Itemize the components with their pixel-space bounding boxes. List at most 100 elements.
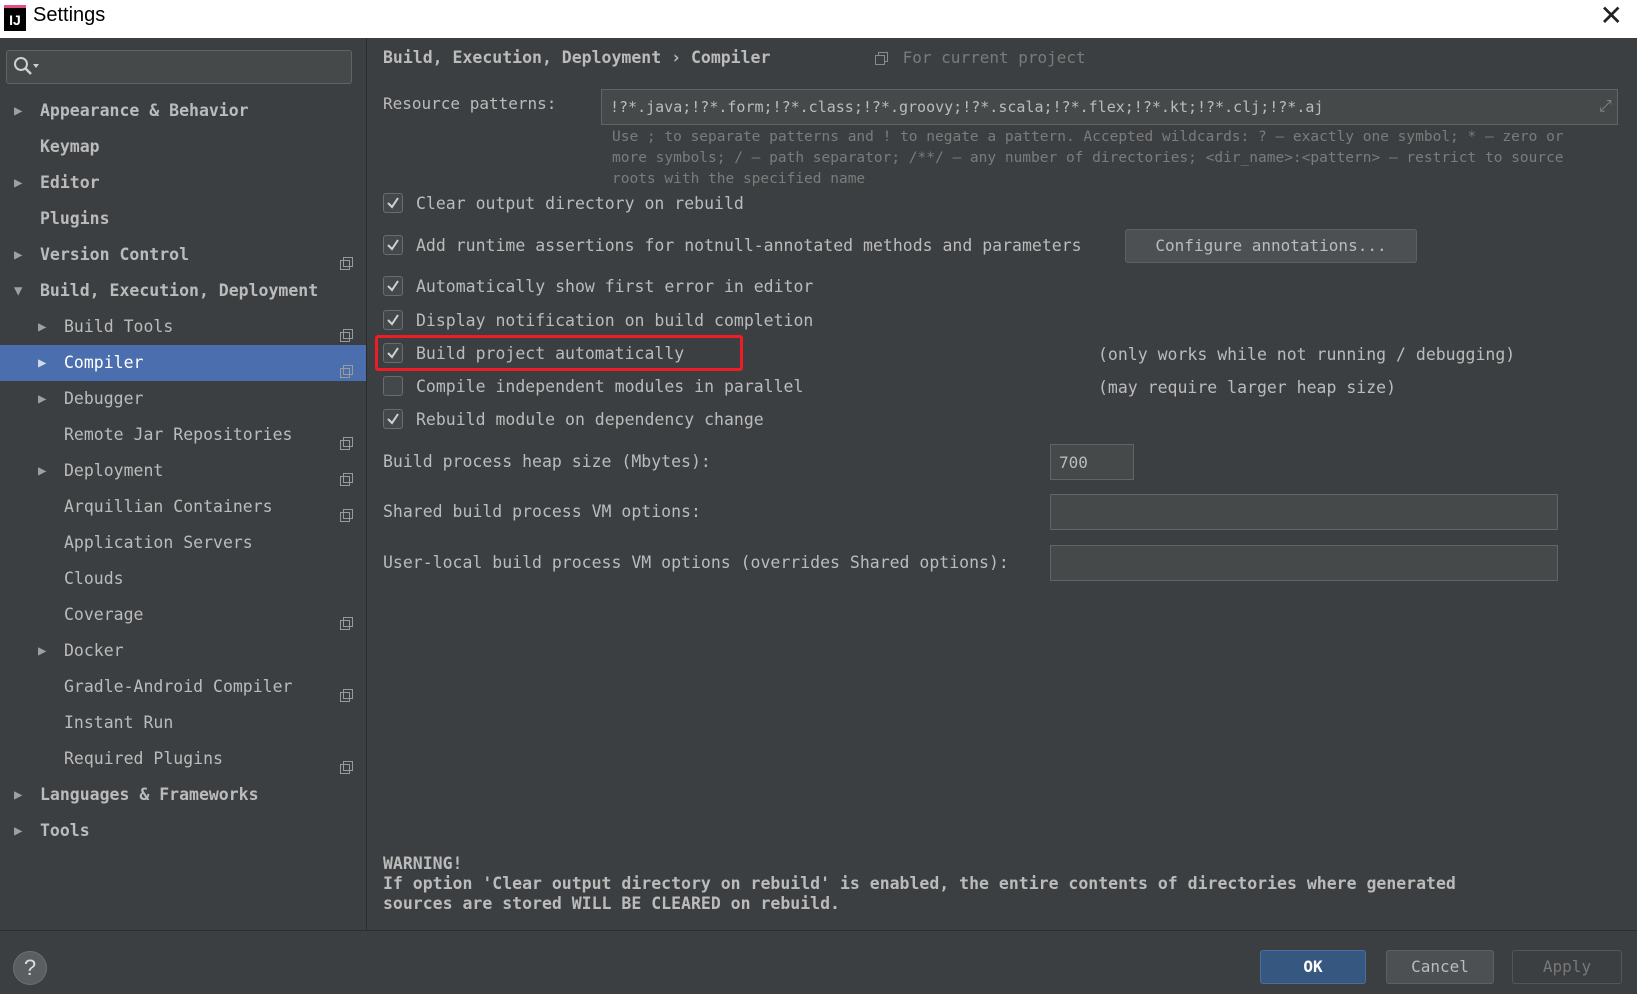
shared-vm-options-label: Shared build process VM options: (383, 502, 701, 521)
sidebar-item[interactable]: Arquillian Containers (0, 489, 366, 525)
sidebar-item-label: Compiler (64, 353, 144, 372)
sidebar-item[interactable]: ▼ Build, Execution, Deployment (0, 273, 366, 309)
sidebar-item[interactable]: Application Servers (0, 525, 366, 561)
sidebar-item-label: Arquillian Containers (64, 497, 273, 516)
warning-line-2: sources are stored WILL BE CLEARED on re… (383, 894, 840, 913)
dialog-footer: ? OK Cancel Apply (0, 930, 1637, 994)
sidebar-item[interactable]: ▶ Compiler (0, 345, 366, 381)
option-checkbox[interactable] (383, 235, 403, 255)
option-checkbox[interactable] (383, 376, 403, 396)
sidebar-item-label: Appearance & Behavior (40, 101, 249, 120)
close-icon[interactable]: ✕ (1600, 2, 1623, 30)
shared-vm-options-input[interactable] (1050, 494, 1558, 530)
expand-arrow-icon[interactable]: ▶ (14, 777, 22, 813)
option-checkbox[interactable] (383, 343, 403, 363)
settings-search[interactable] (6, 50, 352, 84)
checkbox-label[interactable]: Display notification on build completion (416, 307, 813, 335)
ok-button[interactable]: OK (1260, 950, 1366, 984)
expand-arrow-icon[interactable]: ▶ (38, 345, 46, 381)
resource-patterns-input[interactable] (601, 89, 1618, 125)
option-checkbox[interactable] (383, 310, 403, 330)
sidebar-item[interactable]: Instant Run (0, 705, 366, 741)
sidebar-item[interactable]: Keymap (0, 129, 366, 165)
help-button[interactable]: ? (13, 951, 47, 985)
checkbox-label[interactable]: Compile independent modules in parallel (416, 373, 803, 401)
sidebar-item-label: Build Tools (64, 317, 174, 336)
title-bar: IJ Settings ✕ (0, 0, 1637, 38)
sidebar-item-label: Clouds (64, 569, 124, 588)
sidebar-item-label: Required Plugins (64, 749, 223, 768)
sidebar-item-label: Tools (40, 821, 90, 840)
search-icon[interactable] (13, 56, 41, 82)
option-checkbox[interactable] (383, 276, 403, 296)
resource-patterns-help: Use ; to separate patterns and ! to nega… (612, 129, 1564, 187)
sidebar-item[interactable]: ▶ Languages & Frameworks (0, 777, 366, 813)
resource-patterns-label: Resource patterns: (383, 94, 557, 113)
collapse-arrow-icon[interactable]: ▼ (14, 273, 22, 309)
expand-arrow-icon[interactable]: ▶ (38, 453, 46, 489)
checkbox-label[interactable]: Add runtime assertions for notnull-annot… (416, 232, 1082, 260)
checkbox-label[interactable]: Clear output directory on rebuild (416, 190, 744, 218)
sidebar-item[interactable]: ▶ Docker (0, 633, 366, 669)
sidebar-item[interactable]: ▶ Editor (0, 165, 366, 201)
expand-field-icon[interactable]: ⤢ (1599, 96, 1612, 116)
sidebar-item-label: Remote Jar Repositories (64, 425, 293, 444)
checkbox-label[interactable]: Automatically show first error in editor (416, 273, 813, 301)
sidebar-item[interactable]: Clouds (0, 561, 366, 597)
configure-annotations-button[interactable]: Configure annotations... (1125, 229, 1417, 263)
settings-sidebar: ▶ Appearance & Behavior Keymap ▶ Editor Plugi… (0, 38, 367, 930)
warning-line-1: If option 'Clear output directory on reb… (383, 874, 1456, 893)
cancel-button[interactable]: Cancel (1386, 950, 1494, 984)
sidebar-item[interactable]: ▶ Deployment (0, 453, 366, 489)
expand-arrow-icon[interactable]: ▶ (14, 237, 22, 273)
window-title: Settings (33, 4, 106, 26)
sidebar-item-label: Keymap (40, 137, 100, 156)
option-checkbox[interactable] (383, 193, 403, 213)
rebuild-warning: WARNING! If option 'Clear output directo… (383, 854, 1456, 914)
expand-arrow-icon[interactable]: ▶ (14, 165, 22, 201)
sidebar-item[interactable]: ▶ Build Tools (0, 309, 366, 345)
sidebar-item-label: Gradle-Android Compiler (64, 677, 293, 696)
sidebar-item-label: Application Servers (64, 533, 253, 552)
sidebar-item-label: Deployment (64, 461, 164, 480)
expand-arrow-icon[interactable]: ▶ (38, 633, 46, 669)
user-vm-options-label: User-local build process VM options (ove… (383, 553, 1009, 572)
sidebar-item-label: Plugins (40, 209, 110, 228)
search-input[interactable] (45, 53, 349, 81)
expand-arrow-icon[interactable]: ▶ (14, 813, 22, 849)
sidebar-item[interactable]: Plugins (0, 201, 366, 237)
sidebar-item[interactable]: Required Plugins (0, 741, 366, 777)
sidebar-item[interactable]: Coverage (0, 597, 366, 633)
sidebar-item[interactable]: ▶ Tools (0, 813, 366, 849)
project-scope-icon (875, 51, 899, 70)
sidebar-item-label: Editor (40, 173, 100, 192)
warning-title: WARNING! (383, 854, 463, 873)
apply-button[interactable]: Apply (1512, 950, 1622, 984)
expand-arrow-icon[interactable]: ▶ (14, 93, 22, 129)
expand-arrow-icon[interactable]: ▶ (38, 381, 46, 417)
intellij-app-icon: IJ (4, 5, 26, 31)
sidebar-item-label: Coverage (64, 605, 144, 624)
expand-arrow-icon[interactable]: ▶ (38, 309, 46, 345)
sidebar-item-label: Docker (64, 641, 124, 660)
checkbox-label[interactable]: Rebuild module on dependency change (416, 406, 764, 434)
sidebar-item-label: Version Control (40, 245, 190, 264)
compiler-settings-panel: Build, Execution, Deployment › Compiler … (367, 38, 1637, 930)
user-vm-options-input[interactable] (1050, 545, 1558, 581)
sidebar-item[interactable]: Gradle-Android Compiler (0, 669, 366, 705)
sidebar-item[interactable]: ▶ Debugger (0, 381, 366, 417)
checkbox-label[interactable]: Build project automatically (416, 340, 684, 368)
breadcrumb: Build, Execution, Deployment › Compiler (383, 48, 771, 67)
heap-size-input[interactable] (1050, 444, 1134, 480)
sidebar-item-label: Languages & Frameworks (40, 785, 259, 804)
sidebar-item[interactable]: ▶ Appearance & Behavior (0, 93, 366, 129)
heap-size-label: Build process heap size (Mbytes): (383, 452, 711, 471)
sidebar-item[interactable]: Remote Jar Repositories (0, 417, 366, 453)
sidebar-item-label: Debugger (64, 389, 144, 408)
for-current-project-note: For current project (875, 48, 1086, 67)
checkbox-side-note: (only works while not running / debuggin… (1098, 345, 1516, 364)
for-current-project-label: For current project (902, 48, 1086, 67)
sidebar-item[interactable]: ▶ Version Control (0, 237, 366, 273)
option-checkbox[interactable] (383, 409, 403, 429)
sidebar-item-label: Build, Execution, Deployment (40, 281, 319, 300)
